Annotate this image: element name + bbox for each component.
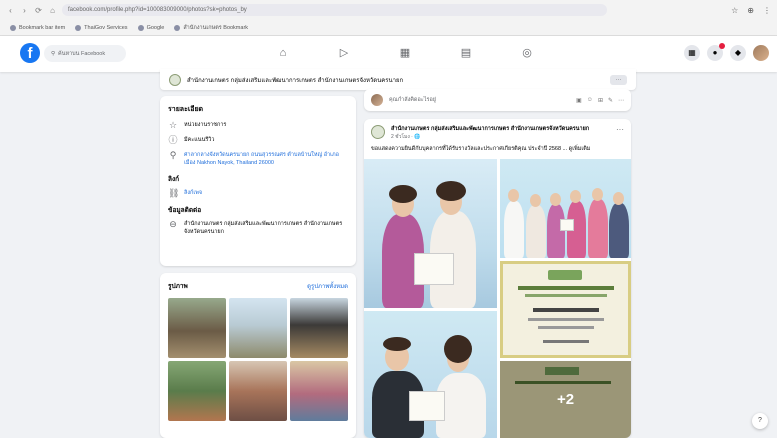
- category-row: ☆ หน่วยงานราชการ: [168, 120, 227, 130]
- page-header: สำนักงานเกษตร กลุ่มส่งเสริมและพัฒนาการเก…: [160, 69, 636, 90]
- post-author-avatar[interactable]: [371, 125, 385, 139]
- links-heading: ลิงก์: [168, 176, 180, 183]
- photo-thumbnail[interactable]: [168, 361, 226, 421]
- messenger-icon[interactable]: ●: [707, 43, 725, 61]
- edit-icon[interactable]: ✎: [608, 97, 613, 104]
- forward-icon[interactable]: ›: [20, 6, 29, 15]
- help-icon[interactable]: ?: [752, 413, 768, 429]
- gaming-nav-icon[interactable]: ◎: [519, 44, 535, 62]
- more-icon[interactable]: ⋯: [618, 97, 624, 104]
- intro-card: รายละเอียด ☆ หน่วยงานราชการ ⓘ มีคะแนนรีว…: [160, 96, 356, 266]
- bookmark-item[interactable]: ThaiGov Services: [75, 24, 128, 31]
- notification-badge: [719, 43, 725, 49]
- more-options-button[interactable]: ···: [610, 74, 627, 85]
- profile-avatar[interactable]: [753, 45, 769, 61]
- reload-icon[interactable]: ⟳: [34, 6, 43, 15]
- post-text: ขอแสดงความยินดีกับบุคลากรที่ได้รับรางวัล…: [371, 146, 591, 152]
- post-photo[interactable]: [364, 159, 497, 308]
- address-bar[interactable]: facebook.com/profile.php?id=100083009000…: [62, 4, 607, 16]
- grid-icon[interactable]: ⊞: [598, 97, 603, 104]
- composer-avatar: [371, 94, 383, 106]
- intro-heading: รายละเอียด: [168, 106, 204, 113]
- groups-nav-icon[interactable]: ▤: [458, 44, 474, 62]
- composer-input[interactable]: คุณกำลังคิดอะไรอยู่: [389, 96, 570, 104]
- photos-grid: [168, 298, 348, 421]
- contact-heading: ข้อมูลติดต่อ: [168, 207, 202, 214]
- video-nav-icon[interactable]: ▷: [336, 44, 352, 62]
- menu-grid-icon[interactable]: ▦: [684, 45, 700, 61]
- bookmarks-bar: Bookmark bar item ThaiGov Services Googl…: [0, 20, 777, 36]
- location-icon: ⚲: [169, 150, 177, 160]
- bookmark-item[interactable]: สำนักงานเกษตร Bookmark: [174, 24, 248, 32]
- browser-toolbar: ‹ › ⟳ ⌂ facebook.com/profile.php?id=1000…: [0, 0, 777, 20]
- photo-thumbnail[interactable]: [290, 361, 348, 421]
- bookmark-item[interactable]: Bookmark bar item: [10, 24, 65, 31]
- facebook-header: f ⚲ ค้นหาบน Facebook ⌂ ▷ ▦ ▤ ◎ ▦ ● ◆: [0, 36, 777, 72]
- contact-icon: ⊖: [169, 219, 177, 229]
- certificate-photo[interactable]: [500, 261, 631, 358]
- search-input[interactable]: ⚲ ค้นหาบน Facebook: [44, 45, 126, 62]
- photo-thumbnail[interactable]: [229, 298, 287, 358]
- star-icon[interactable]: ☆: [731, 6, 738, 15]
- bookmark-item[interactable]: Google: [137, 24, 164, 31]
- more-photos-count: +2: [500, 361, 631, 438]
- rating-row: ⓘ มีคะแนนรีวิว: [168, 135, 215, 145]
- more-photos-tile[interactable]: +2: [500, 361, 631, 438]
- info-icon: ⓘ: [168, 135, 178, 145]
- contact-row: ⊖ สำนักงานเกษตร กลุ่มส่งเสริมและพัฒนาการ…: [169, 219, 343, 236]
- post-timestamp[interactable]: 2 ชั่วโมง · 🌐: [391, 133, 589, 141]
- post-author[interactable]: สำนักงานเกษตร กลุ่มส่งเสริมและพัฒนาการเก…: [391, 125, 589, 133]
- post-gallery: +2: [364, 159, 631, 438]
- photo-thumbnail[interactable]: [168, 298, 226, 358]
- page-title: สำนักงานเกษตร กลุ่มส่งเสริมและพัฒนาการเก…: [187, 77, 404, 84]
- main-navigation: ⌂ ▷ ▦ ▤ ◎: [275, 44, 535, 62]
- star-icon: ☆: [168, 120, 178, 130]
- link-icon: ⛓: [168, 188, 180, 198]
- search-icon: ⚲: [51, 50, 56, 57]
- post-options-icon[interactable]: ···: [616, 125, 624, 141]
- extensions-icon[interactable]: ⊕: [747, 6, 754, 15]
- photo-icon[interactable]: ▣: [576, 97, 582, 104]
- photos-card: รูปภาพ ดูรูปภาพทั้งหมด: [160, 273, 356, 438]
- photos-heading: รูปภาพ: [168, 283, 188, 290]
- home-nav-icon[interactable]: ⌂: [275, 44, 291, 62]
- photo-thumbnail[interactable]: [290, 298, 348, 358]
- link-row[interactable]: ⛓ ลิงก์เพจ: [168, 189, 348, 198]
- post-photo[interactable]: [364, 311, 497, 438]
- see-all-photos-link[interactable]: ดูรูปภาพทั้งหมด: [307, 281, 348, 291]
- browser-menu-icon[interactable]: ⋮: [763, 6, 771, 15]
- back-icon[interactable]: ‹: [6, 6, 15, 15]
- facebook-logo[interactable]: f: [20, 43, 40, 63]
- page-logo[interactable]: [169, 73, 181, 86]
- marketplace-nav-icon[interactable]: ▦: [397, 44, 413, 62]
- address-row[interactable]: ⚲ ศาลากลางจังหวัดนครนายก ถนนสุวรรณศร ตำบ…: [168, 151, 348, 167]
- photo-thumbnail[interactable]: [229, 361, 287, 421]
- home-icon[interactable]: ⌂: [48, 6, 57, 15]
- post-card: สำนักงานเกษตร กลุ่มส่งเสริมและพัฒนาการเก…: [364, 119, 631, 438]
- notifications-icon[interactable]: ◆: [730, 45, 746, 61]
- emoji-icon[interactable]: ☺: [587, 97, 593, 104]
- post-composer[interactable]: คุณกำลังคิดอะไรอยู่ ▣ ☺ ⊞ ✎ ⋯: [364, 89, 631, 111]
- post-photo[interactable]: [500, 159, 631, 258]
